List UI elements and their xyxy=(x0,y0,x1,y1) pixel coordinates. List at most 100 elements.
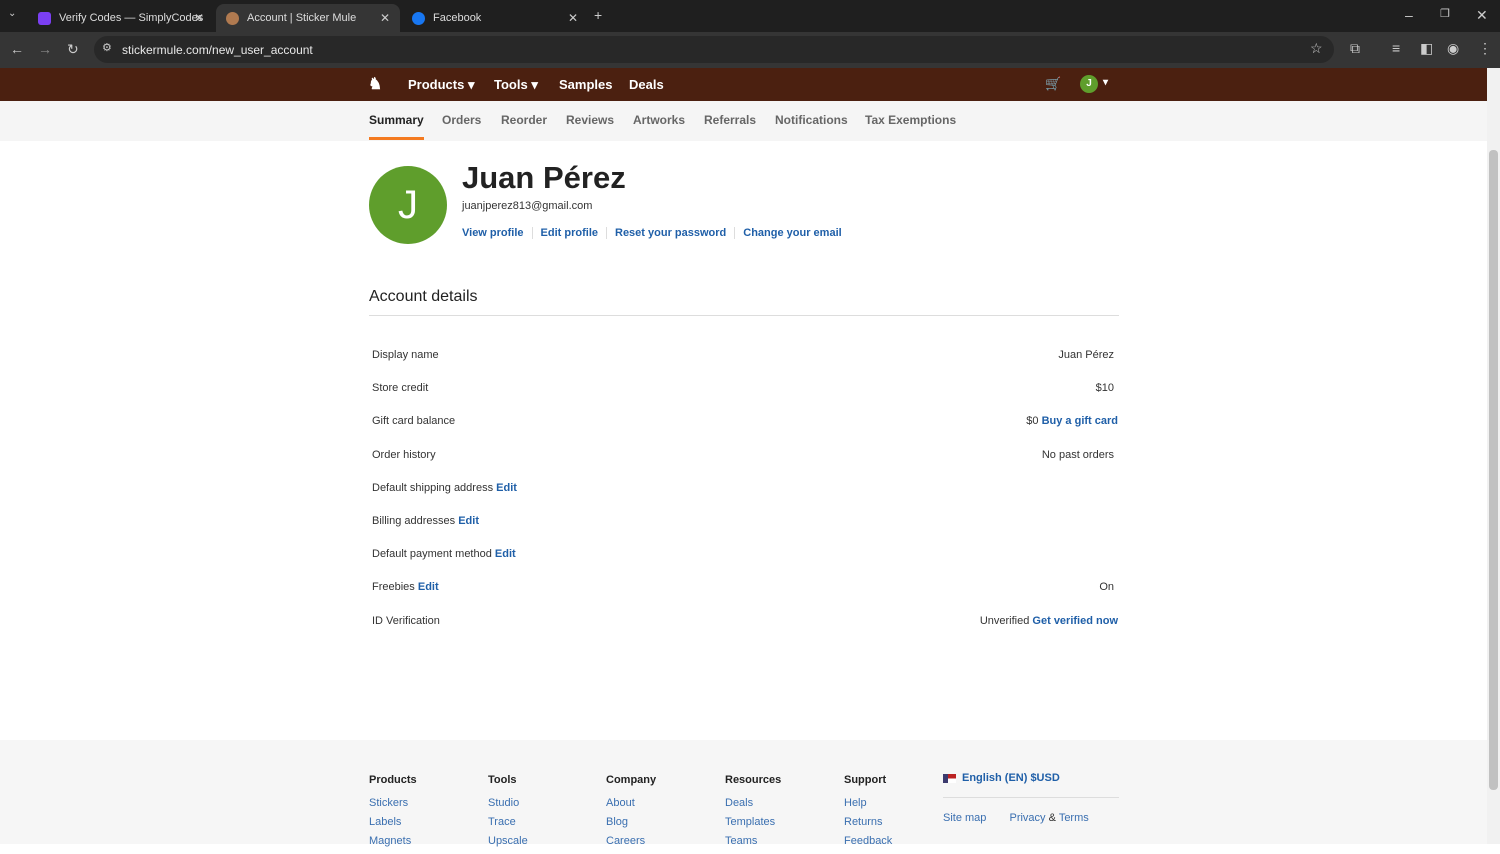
footer-link[interactable]: Studio xyxy=(488,797,528,810)
change-email-link[interactable]: Change your email xyxy=(734,227,849,239)
edit-link[interactable]: Edit xyxy=(496,482,517,494)
forward-icon[interactable]: → xyxy=(38,41,52,57)
site-map-link[interactable]: Site map xyxy=(943,812,986,824)
footer: Products Stickers Labels Magnets Tools Studio… xyxy=(0,740,1487,847)
account-row: Default shipping address Edit xyxy=(372,482,1118,494)
browser-tab-bar: ⌄ Verify Codes — SimplyCodes ✕ Account | … xyxy=(0,0,1500,32)
footer-link[interactable]: About xyxy=(606,797,656,810)
nav-deals[interactable]: Deals xyxy=(629,77,664,92)
footer-link[interactable]: Templates xyxy=(725,816,781,829)
footer-link[interactable]: Blog xyxy=(606,816,656,829)
tab-stickermule[interactable]: Account | Sticker Mule ✕ xyxy=(216,4,400,32)
tab-reviews[interactable]: Reviews xyxy=(566,113,614,127)
tab-orders[interactable]: Orders xyxy=(442,113,481,127)
row-value xyxy=(1114,548,1118,560)
extensions-icon[interactable]: ⧉ xyxy=(1350,40,1360,57)
bookmark-star-icon[interactable]: ☆ xyxy=(1310,40,1323,57)
footer-link[interactable]: Careers xyxy=(606,835,656,848)
tab-title: Facebook xyxy=(433,12,482,24)
back-icon[interactable]: ← xyxy=(10,41,24,57)
row-value: On xyxy=(1099,581,1114,594)
tab-list-icon[interactable]: ⌄ xyxy=(8,8,16,19)
simplycodes-favicon xyxy=(38,11,51,25)
account-subnav: Summary Orders Reorder Reviews Artworks … xyxy=(0,101,1487,141)
footer-link[interactable]: Feedback xyxy=(844,835,892,848)
row-label: Freebies Edit xyxy=(372,581,439,594)
minimize-icon[interactable]: – xyxy=(1405,7,1413,23)
tab-facebook[interactable]: Facebook ✕ xyxy=(402,4,588,32)
restore-icon[interactable]: ❐ xyxy=(1440,7,1450,20)
tab-summary[interactable]: Summary xyxy=(369,113,424,140)
media-icon[interactable]: ≡ xyxy=(1392,40,1400,56)
footer-column: Company About Blog Careers xyxy=(606,774,656,854)
tab-reorder[interactable]: Reorder xyxy=(501,113,547,127)
nav-samples[interactable]: Samples xyxy=(559,77,612,92)
edit-link[interactable]: Edit xyxy=(458,515,479,527)
footer-link[interactable]: Labels xyxy=(369,816,417,829)
edit-link[interactable]: Edit xyxy=(495,548,516,560)
footer-column-title: Company xyxy=(606,774,657,786)
chevron-down-icon[interactable]: ▾ xyxy=(1103,77,1108,88)
cart-icon[interactable]: 🛒 xyxy=(1045,76,1061,92)
view-profile-link[interactable]: View profile xyxy=(462,227,532,239)
profile-links: View profile Edit profile Reset your pas… xyxy=(462,227,850,239)
edit-link[interactable]: Edit xyxy=(418,581,439,593)
menu-icon[interactable]: ⋮ xyxy=(1478,40,1492,57)
privacy-link[interactable]: Privacy xyxy=(1009,812,1045,824)
stickermule-favicon xyxy=(226,11,239,25)
account-row: Billing addresses Edit xyxy=(372,515,1118,527)
account-row: Store credit $10 xyxy=(372,382,1118,394)
terms-link[interactable]: Terms xyxy=(1059,812,1089,824)
divider xyxy=(943,797,1119,798)
new-tab-icon[interactable]: + xyxy=(594,7,602,23)
row-action-link[interactable]: Buy a gift card xyxy=(1042,415,1118,427)
footer-legal: Site map Privacy & Terms xyxy=(943,812,1089,824)
url-input[interactable]: ⚙ stickermule.com/new_user_account xyxy=(94,36,1334,63)
user-avatar[interactable]: J xyxy=(1080,75,1098,93)
nav-tools[interactable]: Tools ▾ xyxy=(494,77,538,93)
footer-link[interactable]: Trace xyxy=(488,816,528,829)
footer-link[interactable]: Deals xyxy=(725,797,781,810)
close-icon[interactable]: ✕ xyxy=(568,11,578,25)
tab-notifications[interactable]: Notifications xyxy=(775,113,848,127)
profile-icon[interactable]: ◉ xyxy=(1447,40,1459,57)
account-row: Gift card balance $0 Buy a gift card xyxy=(372,415,1118,427)
row-action-link[interactable]: Get verified now xyxy=(1032,615,1118,627)
scrollbar-thumb[interactable] xyxy=(1489,150,1498,790)
footer-column-title: Support xyxy=(844,774,887,786)
tab-referrals[interactable]: Referrals xyxy=(704,113,756,127)
footer-link[interactable]: Magnets xyxy=(369,835,417,848)
reset-password-link[interactable]: Reset your password xyxy=(606,227,734,239)
account-row: Order history No past orders xyxy=(372,449,1118,461)
footer-column: Products Stickers Labels Magnets xyxy=(369,774,417,854)
profile-avatar: J xyxy=(369,166,447,244)
language-selector[interactable]: English (EN) $USD xyxy=(943,772,1060,784)
nav-products[interactable]: Products ▾ xyxy=(408,77,474,93)
row-label: Display name xyxy=(372,349,439,361)
mule-logo-icon[interactable]: ♞ xyxy=(368,74,382,94)
footer-link[interactable]: Stickers xyxy=(369,797,417,810)
site-info-icon[interactable]: ⚙ xyxy=(102,41,112,54)
tab-simplycodes[interactable]: Verify Codes — SimplyCodes ✕ xyxy=(28,4,214,32)
address-bar-row: ← → ↻ ⚙ stickermule.com/new_user_account … xyxy=(0,32,1500,68)
tab-title: Account | Sticker Mule xyxy=(247,12,357,24)
tab-artworks[interactable]: Artworks xyxy=(633,113,685,127)
row-value: $0 Buy a gift card xyxy=(1026,415,1118,428)
edit-profile-link[interactable]: Edit profile xyxy=(531,227,606,239)
footer-link[interactable]: Help xyxy=(844,797,892,810)
footer-column-title: Tools xyxy=(488,774,517,786)
scrollbar[interactable] xyxy=(1487,68,1500,844)
row-value: Juan Pérez xyxy=(1058,349,1114,361)
footer-link[interactable]: Teams xyxy=(725,835,781,848)
profile-name: Juan Pérez xyxy=(462,160,626,195)
close-window-icon[interactable]: ✕ xyxy=(1476,7,1488,24)
account-row: Default payment method Edit xyxy=(372,548,1118,560)
account-row: Display name Juan Pérez xyxy=(372,349,1118,361)
footer-link[interactable]: Returns xyxy=(844,816,892,829)
side-panel-icon[interactable]: ◧ xyxy=(1420,40,1433,57)
footer-link[interactable]: Upscale xyxy=(488,835,528,848)
reload-icon[interactable]: ↻ xyxy=(67,41,79,58)
tab-tax-exemptions[interactable]: Tax Exemptions xyxy=(865,113,956,127)
close-icon[interactable]: ✕ xyxy=(194,11,204,25)
close-icon[interactable]: ✕ xyxy=(380,11,390,25)
